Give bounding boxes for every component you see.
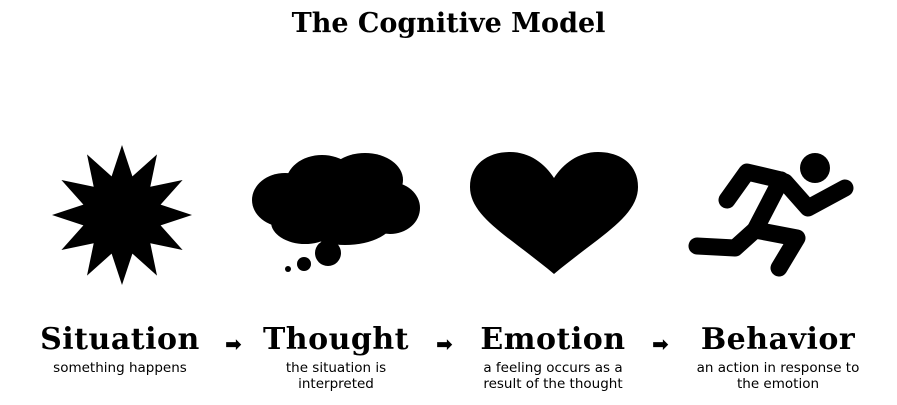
- heart-icon: [470, 152, 638, 276]
- diagram-title: The Cognitive Model: [291, 8, 606, 39]
- stage-situation: Situation something happens: [22, 322, 218, 376]
- arrow-right-icon: ➡: [436, 332, 453, 356]
- thought-cloud-icon: [250, 150, 420, 275]
- stage-description: a feeling occurs as a result of the thou…: [483, 360, 623, 392]
- stage-thought: Thought the situation is interpreted: [246, 322, 426, 392]
- stage-name: Emotion: [480, 322, 626, 357]
- stage-emotion: Emotion a feeling occurs as a result of …: [458, 322, 648, 392]
- stage-description: something happens: [53, 360, 187, 376]
- stage-name: Behavior: [700, 322, 856, 357]
- stage-description: the situation is interpreted: [285, 360, 387, 392]
- stage-name: Thought: [262, 322, 410, 357]
- stage-name: Situation: [40, 322, 200, 357]
- arrow-right-icon: ➡: [225, 332, 242, 356]
- arrow-right-icon: ➡: [652, 332, 669, 356]
- stage-behavior: Behavior an action in response to the em…: [672, 322, 884, 392]
- starburst-icon: [38, 145, 206, 285]
- running-person-icon: [685, 150, 860, 280]
- stage-description: an action in response to the emotion: [696, 360, 860, 392]
